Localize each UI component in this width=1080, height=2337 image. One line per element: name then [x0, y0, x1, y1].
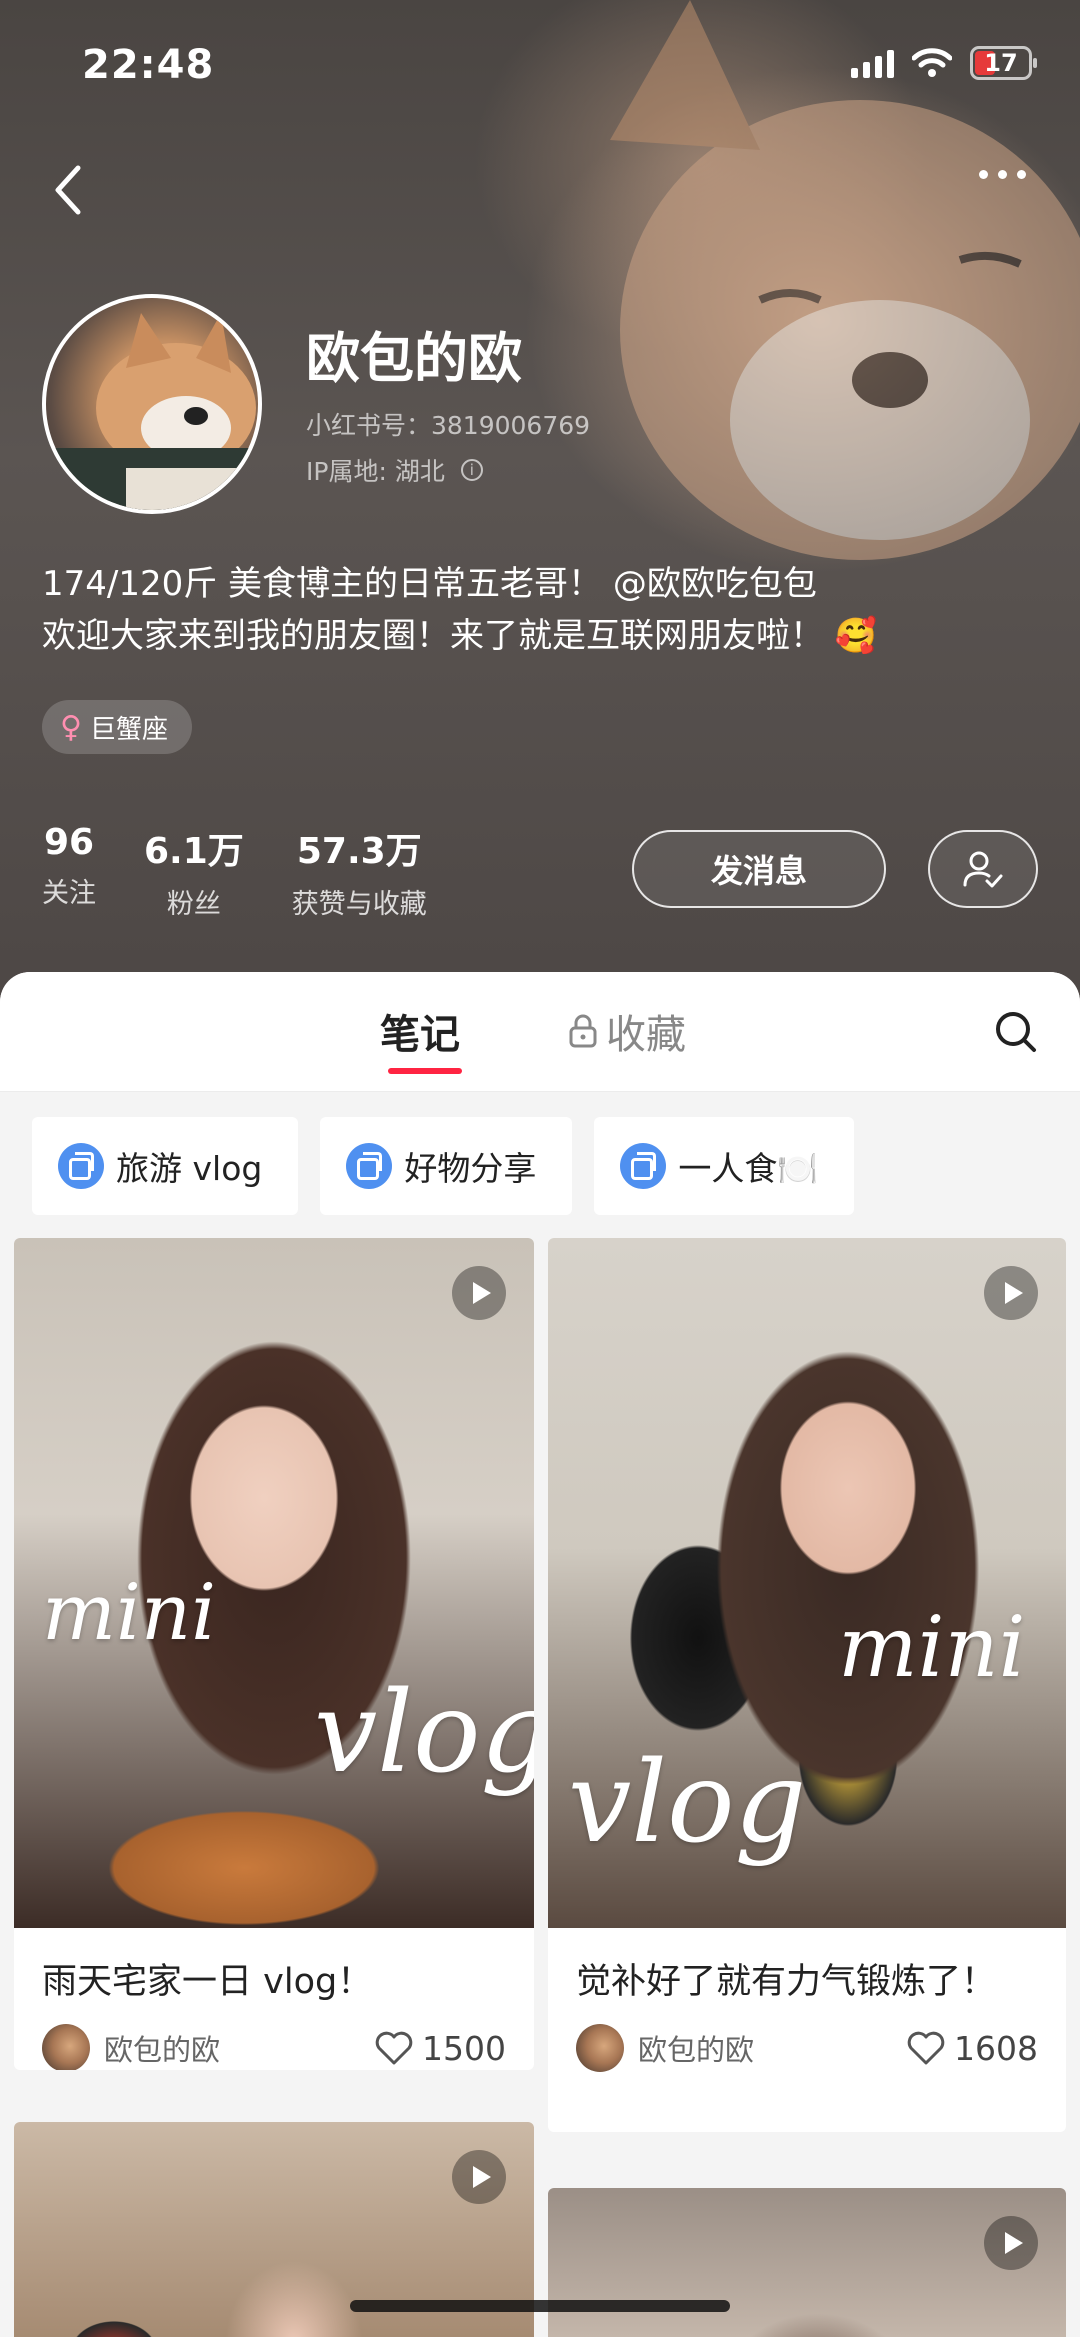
collections-row: 旅游 vlog 好物分享 一人食🍽️ [32, 1117, 855, 1215]
note-title: 觉补好了就有力气锻炼了！ [576, 1962, 997, 2002]
search-icon[interactable] [992, 1008, 1040, 1056]
home-indicator[interactable] [350, 2300, 730, 2312]
bio-line-1: 174/120斤 美食博主的日常五老哥！ @欧欧吃包包 [42, 558, 877, 610]
note-meta: 欧包的欧 1500 [14, 2010, 534, 2070]
collection-solo-meal[interactable]: 一人食🍽️ [594, 1117, 855, 1215]
avatar[interactable] [42, 294, 262, 514]
cover-overlay-text: vlog [314, 1668, 534, 1798]
send-message-button[interactable]: 发消息 [632, 830, 886, 908]
author-name[interactable]: 欧包的欧 [638, 2027, 906, 2069]
author-name[interactable]: 欧包的欧 [104, 2027, 374, 2069]
collection-goods-share[interactable]: 好物分享 [320, 1117, 573, 1215]
album-icon [620, 1143, 667, 1189]
profile-nickname: 欧包的欧 [306, 327, 522, 390]
stat-number: 96 [43, 822, 95, 863]
tab-collect[interactable]: 收藏 [568, 1002, 686, 1060]
like-button[interactable]: 1608 [906, 2029, 1038, 2068]
heart-icon [375, 2031, 413, 2065]
female-icon: ♀ [60, 709, 82, 745]
play-icon [452, 1266, 506, 1320]
lock-icon [569, 1014, 597, 1048]
profile-ip-location: IP属地: 湖北 i [306, 452, 483, 488]
zodiac-label: 巨蟹座 [89, 714, 168, 745]
cellular-signal-icon [851, 48, 894, 78]
note-card[interactable] [548, 2188, 1066, 2337]
note-title: 雨天宅家一日 vlog！ [42, 1962, 373, 2002]
bio-line-2: 欢迎大家来到我的朋友圈！来了就是互联网朋友啦！ 🥰 [42, 610, 877, 662]
stat-following[interactable]: 96 关注 [42, 822, 96, 921]
cover-overlay-text: mini [838, 1598, 1026, 1696]
stat-number: 57.3万 [296, 831, 422, 872]
more-icon[interactable] [979, 170, 1026, 179]
profile-bio: 174/120斤 美食博主的日常五老哥！ @欧欧吃包包 欢迎大家来到我的朋友圈！… [42, 558, 877, 662]
play-icon [984, 2216, 1038, 2270]
avatar-dog-image [46, 313, 258, 510]
stat-followers[interactable]: 6.1万 粉丝 [144, 822, 244, 921]
collection-travel-vlog[interactable]: 旅游 vlog [32, 1117, 299, 1215]
author-avatar[interactable] [576, 2024, 624, 2072]
cover-overlay-text: vlog [568, 1738, 807, 1868]
battery-level: 17 [984, 49, 1018, 77]
battery-icon: 17 [970, 46, 1037, 80]
profile-stats: 96 关注 6.1万 粉丝 57.3万 获赞与收藏 [42, 822, 427, 921]
note-meta: 欧包的欧 1608 [548, 2010, 1066, 2072]
note-cover-image[interactable] [548, 2188, 1066, 2337]
heart-icon [907, 2031, 945, 2065]
note-card[interactable]: mini vlog 雨天宅家一日 vlog！ 欧包的欧 1500 [14, 1238, 534, 2070]
author-avatar[interactable] [42, 2024, 90, 2070]
like-button[interactable]: 1500 [374, 2029, 506, 2068]
ip-location-text: IP属地: 湖北 [306, 457, 445, 486]
profile-background-image [610, 0, 1080, 560]
note-cover-image[interactable]: mini vlog [14, 1238, 534, 1928]
bio-mention-link[interactable]: @欧欧吃包包 [613, 564, 817, 604]
collection-label: 好物分享 [404, 1149, 537, 1188]
profile-red-id[interactable]: 小红书号：3819006769 [306, 406, 590, 442]
like-count: 1500 [422, 2028, 506, 2068]
wifi-icon [912, 48, 952, 77]
zodiac-tag: ♀ 巨蟹座 [42, 700, 192, 754]
collection-label: 一人食🍽️ [678, 1149, 819, 1188]
cover-overlay-text: mini [42, 1568, 217, 1658]
status-icons: 17 [851, 46, 1037, 80]
profile-tabs: 笔记 收藏 [0, 972, 1080, 1092]
bio-emoji: 🥰 [834, 616, 878, 656]
profile-header: 22:48 17 欧包的欧 小红书号：3819006769 IP属地: 湖北 i… [0, 0, 1080, 1010]
active-tab-indicator [388, 1068, 462, 1074]
info-icon[interactable]: i [460, 459, 483, 481]
stat-likes-collects[interactable]: 57.3万 获赞与收藏 [292, 822, 427, 921]
play-icon [984, 1266, 1038, 1320]
note-cover-image[interactable]: mini vlog [548, 1238, 1066, 1928]
stat-label: 粉丝 [166, 889, 221, 920]
album-icon [58, 1143, 104, 1189]
stat-label: 获赞与收藏 [291, 889, 427, 920]
follow-status-button[interactable] [928, 830, 1038, 908]
note-card[interactable]: mini vlog 觉补好了就有力气锻炼了！ 欧包的欧 1608 [548, 1238, 1066, 2132]
like-count: 1608 [954, 2028, 1038, 2068]
back-icon[interactable] [48, 160, 88, 220]
user-check-icon [963, 851, 1003, 888]
play-icon [452, 2150, 506, 2204]
tab-collect-label: 收藏 [606, 1012, 686, 1058]
bio-text-2: 欢迎大家来到我的朋友圈！来了就是互联网朋友啦！ [42, 616, 824, 656]
album-icon [346, 1143, 393, 1189]
stat-label: 关注 [42, 878, 96, 909]
tab-notes[interactable]: 笔记 [380, 1002, 460, 1060]
collection-label: 旅游 vlog [116, 1149, 263, 1188]
status-time: 22:48 [82, 42, 215, 88]
bio-text: 174/120斤 美食博主的日常五老哥！ [42, 564, 603, 604]
stat-number: 6.1万 [144, 831, 244, 872]
